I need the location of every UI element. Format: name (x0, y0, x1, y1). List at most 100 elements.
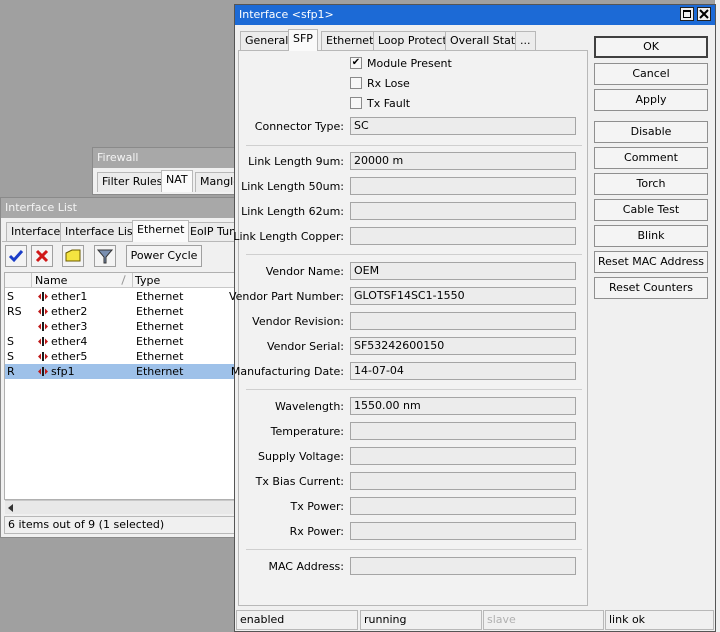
interface-dialog-title: Interface <sfp1> (235, 5, 715, 25)
reset-counters-button[interactable]: Reset Counters (594, 277, 708, 299)
blink-button[interactable]: Blink (594, 225, 708, 247)
link-50um-field (350, 177, 576, 195)
wavelength-label: Wavelength: (275, 400, 344, 413)
row-name: ether5 (51, 350, 88, 363)
manufacturing-date-field: 14-07-04 (350, 362, 576, 380)
row-name: ether1 (51, 290, 88, 303)
table-row[interactable]: S ether4 Ethernet (5, 334, 235, 349)
col-name-divider (132, 273, 133, 287)
disable-button[interactable] (31, 245, 53, 267)
comment-button[interactable] (62, 245, 84, 267)
module-present-label: Module Present (367, 57, 452, 70)
horizontal-scrollbar[interactable] (5, 500, 237, 514)
manufacturing-date-label: Manufacturing Date: (230, 365, 344, 378)
table-row[interactable]: S ether5 Ethernet (5, 349, 235, 364)
tx-fault-label: Tx Fault (367, 97, 411, 110)
table-row[interactable]: ether3 Ethernet (5, 319, 235, 334)
tab-more[interactable]: ... (515, 31, 536, 51)
link-copper-field (350, 227, 576, 245)
tab-filter-rules[interactable]: Filter Rules (97, 172, 168, 192)
enable-button[interactable] (5, 245, 27, 267)
col-flag-header[interactable] (5, 273, 32, 287)
rx-lose-checkbox (350, 77, 362, 89)
separator (246, 145, 582, 146)
connector-type-label: Connector Type: (254, 120, 344, 133)
power-cycle-button[interactable]: Power Cycle (126, 245, 202, 267)
filter-button[interactable] (94, 245, 116, 267)
link-50um-label: Link Length 50um: (241, 180, 344, 193)
row-flag: S (7, 335, 14, 348)
row-type: Ethernet (136, 365, 184, 378)
rx-power-field (350, 522, 576, 540)
tx-power-label: Tx Power: (290, 500, 345, 513)
comment-interface-button[interactable]: Comment (594, 147, 708, 169)
status-slave: slave (483, 610, 604, 630)
mac-address-label: MAC Address: (268, 560, 344, 573)
row-name: sfp1 (51, 365, 75, 378)
ok-button[interactable]: OK (594, 36, 708, 58)
temperature-field (350, 422, 576, 440)
row-flag: RS (7, 305, 22, 318)
iflist-panel-line (2, 241, 240, 242)
tx-fault-checkbox (350, 97, 362, 109)
tab-dialog-ethernet[interactable]: Ethernet (321, 31, 379, 51)
status-link: link ok (605, 610, 714, 630)
interface-list-title: Interface List (1, 198, 241, 218)
row-flag: R (7, 365, 15, 378)
close-icon[interactable] (697, 7, 711, 21)
reset-mac-button[interactable]: Reset MAC Address (594, 251, 708, 273)
tx-bias-field (350, 472, 576, 490)
status-running: running (360, 610, 482, 630)
tab-loop-protect[interactable]: Loop Protect (373, 31, 452, 51)
vendor-name-field: OEM (350, 262, 576, 280)
vendor-serial-field: SF53242600150 (350, 337, 576, 355)
tab-nat[interactable]: NAT (161, 170, 193, 192)
vendor-part-field: GLOTSF14SC1-1550 (350, 287, 576, 305)
cancel-button[interactable]: Cancel (594, 63, 708, 85)
table-row[interactable]: RS ether2 Ethernet (5, 304, 235, 319)
supply-voltage-label: Supply Voltage: (258, 450, 344, 463)
module-present-checkbox: ✔ (350, 57, 362, 69)
apply-button[interactable]: Apply (594, 89, 708, 111)
connector-type-field: SC (350, 117, 576, 135)
supply-voltage-field (350, 447, 576, 465)
scroll-left-icon[interactable] (8, 504, 13, 512)
vendor-name-label: Vendor Name: (265, 265, 344, 278)
table-row[interactable]: S ether1 Ethernet (5, 289, 235, 304)
restore-icon[interactable] (680, 7, 694, 21)
link-62um-field (350, 202, 576, 220)
tab-overall-stats[interactable]: Overall Stats (445, 31, 526, 51)
vendor-serial-label: Vendor Serial: (267, 340, 344, 353)
row-type: Ethernet (136, 320, 184, 333)
disable-interface-button[interactable]: Disable (594, 121, 708, 143)
tab-sfp[interactable]: SFP (288, 29, 318, 51)
row-type: Ethernet (136, 350, 184, 363)
col-name-header[interactable]: Name (35, 274, 67, 287)
tab-interface[interactable]: Interface (6, 222, 66, 242)
cable-test-button[interactable]: Cable Test (594, 199, 708, 221)
tab-ethernet[interactable]: Ethernet (132, 220, 190, 242)
col-type-header[interactable]: Type (135, 274, 160, 287)
row-type: Ethernet (136, 305, 184, 318)
tab-general[interactable]: General (240, 31, 294, 51)
mac-address-field (350, 557, 576, 575)
temperature-label: Temperature: (270, 425, 344, 438)
separator (246, 549, 582, 550)
link-copper-label: Link Length Copper: (233, 230, 344, 243)
link-9um-label: Link Length 9um: (248, 155, 344, 168)
row-flag: S (7, 350, 14, 363)
sort-arrow-icon (121, 275, 126, 285)
row-flag: S (7, 290, 14, 303)
link-62um-label: Link Length 62um: (241, 205, 344, 218)
torch-button[interactable]: Torch (594, 173, 708, 195)
firewall-title: Firewall (93, 148, 251, 168)
row-name: ether3 (51, 320, 88, 333)
table-row-selected[interactable]: R sfp1 Ethernet (5, 364, 235, 379)
status-enabled: enabled (236, 610, 358, 630)
tab-interface-list[interactable]: Interface List (60, 222, 142, 242)
vendor-part-label: Vendor Part Number: (228, 290, 344, 303)
row-type: Ethernet (136, 335, 184, 348)
check-icon (8, 250, 24, 263)
link-9um-field: 20000 m (350, 152, 576, 170)
row-name: ether2 (51, 305, 88, 318)
